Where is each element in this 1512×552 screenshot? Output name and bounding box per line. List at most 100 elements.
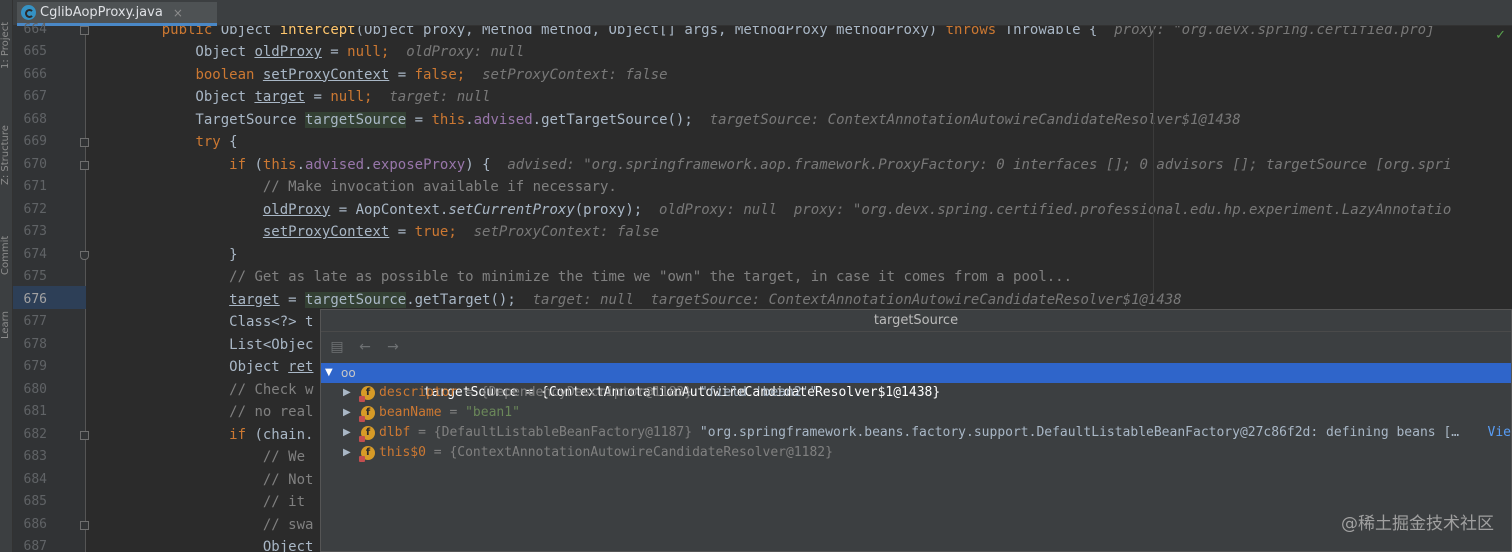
code-token: = — [406, 111, 432, 128]
code-line[interactable]: Class<?> t — [128, 311, 313, 334]
inline-debug-value[interactable]: targetSource: ContextAnnotationAutowireC… — [710, 112, 1241, 128]
view-link[interactable]: Vie — [1483, 423, 1511, 443]
inline-debug-value[interactable]: setProxyContext: false — [474, 224, 659, 240]
code-token: intercept — [279, 26, 356, 38]
learn-tool-button[interactable]: Learn — [0, 300, 13, 350]
tree-node-this-0[interactable]: ▶ f this$0 = {ContextAnnotationAutowireCan… — [321, 443, 1511, 463]
node-value: "field 'bean2'" — [699, 385, 818, 400]
code-line[interactable]: List<Objec — [128, 334, 313, 357]
line-number[interactable]: 684 — [13, 469, 47, 492]
back-arrow-icon[interactable]: ← — [357, 339, 373, 355]
code-token: if — [229, 156, 255, 173]
inspection-ok-icon[interactable]: ✓ — [1495, 28, 1506, 43]
code-line[interactable]: } — [128, 244, 237, 267]
line-number[interactable]: 667 — [13, 86, 47, 109]
line-number[interactable]: 671 — [13, 176, 47, 199]
variable-inspector-popup[interactable]: targetSource ▤ ← → ▼ oo targetSource = {… — [320, 309, 1512, 552]
line-number[interactable]: 664 — [13, 19, 47, 42]
line-number[interactable]: 669 — [13, 131, 47, 154]
code-line[interactable]: if (this.advised.exposeProxy) { advised:… — [128, 154, 1451, 177]
code-line[interactable]: // Check w — [128, 379, 313, 402]
right-margin-guide — [1153, 26, 1154, 296]
line-number[interactable]: 673 — [13, 221, 47, 244]
inline-debug-value[interactable]: target: null — [389, 89, 490, 105]
code-line[interactable]: public Object intercept(Object proxy, Me… — [128, 26, 1435, 41]
line-number[interactable]: 683 — [13, 446, 47, 469]
code-line[interactable]: // Get as late as possible to minimize t… — [128, 266, 1072, 289]
code-line[interactable]: // no real — [128, 401, 313, 424]
code-line[interactable]: if (chain. — [128, 424, 313, 447]
code-line[interactable]: // Not — [128, 469, 314, 492]
inline-debug-value[interactable]: oldProxy: null proxy: "org.devx.spring.c… — [659, 202, 1451, 218]
inline-debug-value[interactable]: proxy: "org.devx.spring.certified.proj — [1114, 26, 1434, 38]
fold-marker-icon[interactable] — [80, 25, 89, 35]
code-line[interactable]: // swa — [128, 514, 314, 537]
tree-node-descriptor[interactable]: ▶ f descriptor = {DependencyDescriptor@118… — [321, 383, 1511, 403]
code-token: List<Objec — [128, 336, 314, 353]
collapsed-arrow-icon[interactable]: ▶ — [343, 423, 351, 443]
tree-view-icon[interactable]: ▤ — [329, 339, 345, 355]
line-number[interactable]: 676 — [13, 289, 47, 312]
code-line[interactable]: Object target = null; target: null — [128, 86, 490, 109]
line-number[interactable]: 670 — [13, 154, 47, 177]
code-line[interactable]: setProxyContext = true; setProxyContext:… — [128, 221, 659, 244]
code-line[interactable]: // it — [128, 491, 305, 514]
code-line[interactable]: // We — [128, 446, 305, 469]
collapsed-arrow-icon[interactable]: ▶ — [343, 383, 351, 403]
tree-node-dlbf[interactable]: ▶ f dlbf = {DefaultListableBeanFactory@118… — [321, 423, 1511, 443]
line-number[interactable]: 674 — [13, 244, 47, 267]
line-number[interactable]: 685 — [13, 491, 47, 514]
tree-node-beanName[interactable]: ▶ f beanName = "bean1" — [321, 403, 1511, 423]
code-line[interactable]: Object oldProxy = null; oldProxy: null — [128, 41, 524, 64]
fold-marker-icon[interactable] — [80, 138, 89, 147]
tab-cglibaopproxy[interactable]: CglibAopProxy.java × — [17, 2, 217, 26]
inline-debug-value[interactable]: target: null targetSource: ContextAnnota… — [533, 292, 1182, 308]
code-token: // Make invocation available if necessar… — [262, 179, 617, 195]
line-number[interactable]: 678 — [13, 334, 47, 357]
popup-title: targetSource — [321, 310, 1511, 332]
code-line[interactable]: Object ret — [128, 356, 313, 379]
fold-marker-icon[interactable] — [80, 160, 89, 170]
code-token: advised — [473, 111, 533, 128]
code-token: ; — [456, 66, 483, 83]
inline-debug-value[interactable]: setProxyContext: false — [482, 67, 667, 83]
line-number[interactable]: 687 — [13, 536, 47, 552]
line-number[interactable]: 682 — [13, 424, 47, 447]
code-line[interactable]: try { — [128, 131, 237, 154]
line-number[interactable]: 681 — [13, 401, 47, 424]
line-number[interactable]: 668 — [13, 109, 47, 132]
line-number[interactable]: 686 — [13, 514, 47, 537]
forward-arrow-icon[interactable]: → — [385, 339, 401, 355]
project-tool-button[interactable]: 1: Project — [0, 10, 13, 80]
line-number[interactable]: 665 — [13, 41, 47, 64]
collapsed-arrow-icon[interactable]: ▶ — [343, 443, 351, 463]
fold-marker-icon[interactable] — [80, 430, 89, 440]
node-value: "bean1" — [465, 405, 520, 420]
code-token: Object — [220, 26, 280, 38]
expanded-arrow-icon[interactable]: ▼ — [325, 363, 333, 383]
line-number[interactable]: 677 — [13, 311, 47, 334]
code-line[interactable]: Object — [128, 536, 314, 552]
line-number[interactable]: 679 — [13, 356, 47, 379]
line-number[interactable]: 666 — [13, 64, 47, 87]
line-number[interactable]: 672 — [13, 199, 47, 222]
inline-debug-value[interactable]: oldProxy: null — [406, 44, 524, 60]
code-token: (chain. — [254, 426, 314, 443]
close-icon[interactable]: × — [173, 6, 183, 20]
code-line[interactable]: TargetSource targetSource = this.advised… — [128, 109, 1241, 132]
code-line[interactable]: boolean setProxyContext = false; setProx… — [128, 64, 667, 87]
fold-marker-icon[interactable] — [80, 520, 89, 530]
code-line[interactable]: target = targetSource.getTarget(); targe… — [128, 289, 1182, 312]
line-number[interactable]: 675 — [13, 266, 47, 289]
code-line[interactable]: // Make invocation available if necessar… — [128, 176, 617, 199]
inline-debug-value[interactable]: advised: "org.springframework.aop.framew… — [507, 157, 1451, 173]
line-number[interactable]: 680 — [13, 379, 47, 402]
commit-tool-button[interactable]: Commit — [0, 225, 13, 285]
fold-marker-icon[interactable] — [80, 250, 89, 260]
structure-tool-button[interactable]: Z: Structure — [0, 110, 13, 200]
tree-node-targetsource[interactable]: ▼ oo targetSource = {ContextAnnotationAu… — [321, 363, 1511, 400]
code-token: Object — [128, 539, 314, 552]
code-line[interactable]: oldProxy = AopContext.setCurrentProxy(pr… — [128, 199, 1452, 222]
collapsed-arrow-icon[interactable]: ▶ — [343, 403, 351, 423]
